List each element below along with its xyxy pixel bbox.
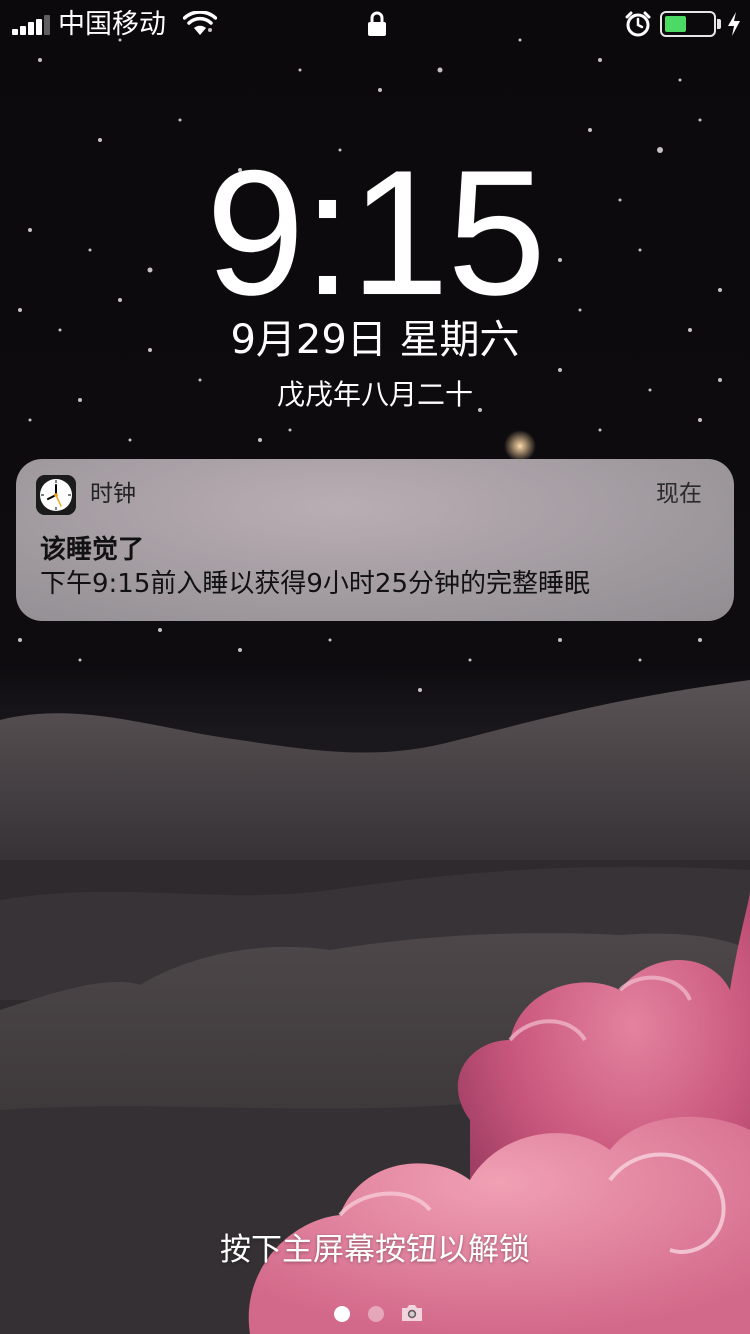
battery-level — [665, 16, 686, 32]
lock-icon — [368, 11, 386, 36]
star — [378, 88, 382, 92]
signal-bar — [20, 25, 26, 35]
star — [288, 428, 292, 432]
charging-bolt-icon — [728, 12, 740, 36]
clock-notification[interactable]: 时钟 现在 该睡觉了 下午9:15前入睡以获得9小时25分钟的完整睡眠 — [16, 459, 734, 621]
signal-bar — [44, 15, 50, 35]
star — [698, 118, 702, 122]
star — [158, 628, 162, 632]
star — [128, 438, 132, 442]
lock-screen: 中国移动 9:15 9月29日 星期六 戊戌年八月二十 时钟 现在 该睡觉了 下… — [0, 0, 750, 1334]
star — [298, 68, 302, 72]
unlock-hint: 按下主屏幕按钮以解锁 — [220, 1232, 530, 1268]
notification-title: 该睡觉了 — [40, 535, 145, 565]
battery-cap — [717, 19, 721, 29]
wifi-icon — [183, 11, 217, 35]
status-bar: 中国移动 — [0, 0, 750, 48]
notification-body: 下午9:15前入睡以获得9小时25分钟的完整睡眠 — [40, 569, 591, 599]
lock-screen-time: 9:15 — [205, 133, 546, 332]
star — [28, 418, 32, 422]
star — [437, 67, 443, 73]
star — [678, 78, 682, 82]
signal-icon — [12, 15, 52, 35]
star — [418, 688, 422, 692]
star — [328, 638, 332, 642]
star — [258, 438, 262, 442]
star — [18, 638, 22, 642]
carrier-name: 中国移动 — [58, 9, 166, 40]
star — [638, 658, 642, 662]
battery-icon — [660, 11, 716, 37]
star — [78, 658, 82, 662]
lock-screen-date: 9月29日 星期六 — [230, 317, 520, 363]
star — [598, 428, 602, 432]
star — [238, 648, 242, 652]
signal-bar — [36, 18, 42, 35]
page-dot[interactable] — [334, 1306, 350, 1322]
signal-bar — [28, 22, 34, 35]
camera-icon[interactable] — [400, 1302, 424, 1324]
star — [558, 368, 562, 372]
notification-timestamp: 现在 — [656, 481, 702, 507]
star — [178, 118, 182, 122]
star — [698, 418, 702, 422]
star — [698, 638, 702, 642]
star — [558, 638, 562, 642]
star — [38, 58, 42, 62]
signal-bar — [12, 29, 18, 35]
alarm-icon — [625, 11, 651, 37]
page-dot[interactable] — [368, 1306, 384, 1322]
page-indicator[interactable] — [330, 1302, 430, 1326]
clock-app-icon — [36, 475, 76, 515]
star — [468, 658, 472, 662]
lunar-date: 戊戌年八月二十 — [276, 378, 473, 411]
star — [598, 58, 602, 62]
notification-app-name: 时钟 — [90, 481, 136, 507]
star — [588, 128, 592, 132]
